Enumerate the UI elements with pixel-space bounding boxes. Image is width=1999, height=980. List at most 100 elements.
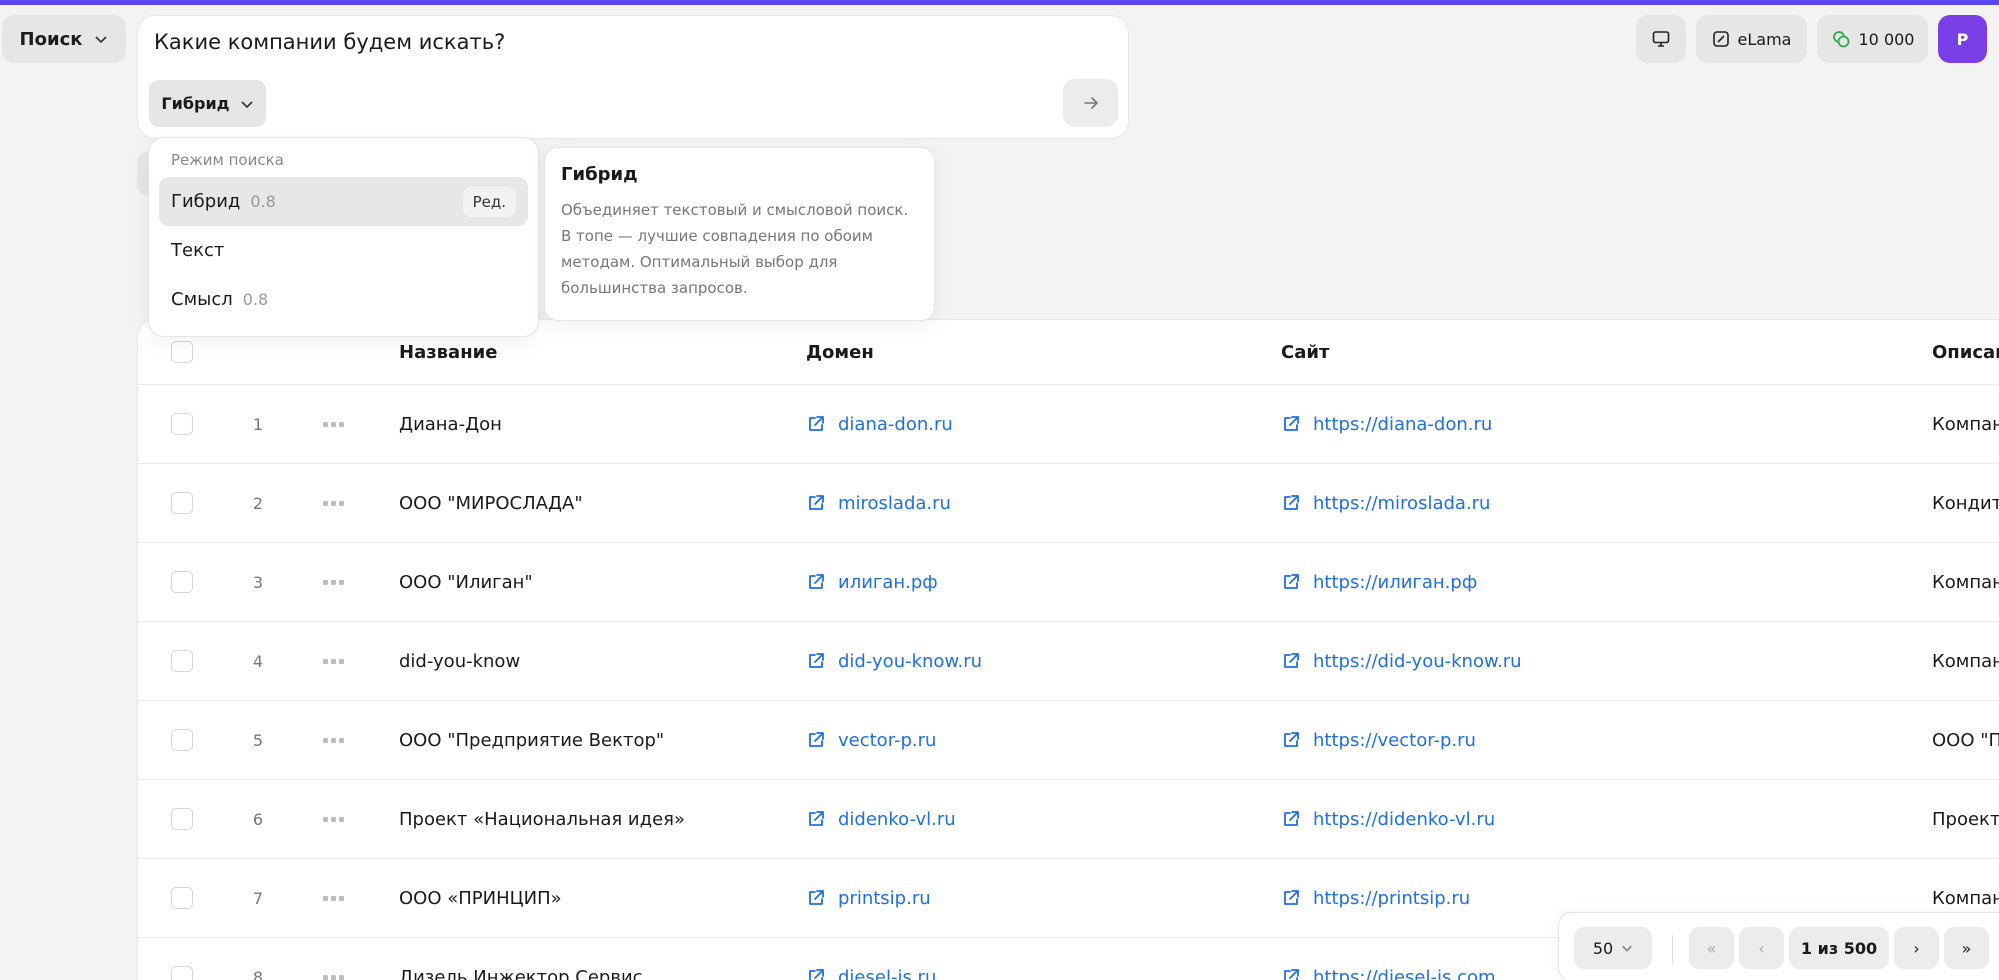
row-checkbox[interactable] xyxy=(171,966,193,980)
domain-text: miroslada.ru xyxy=(838,492,951,514)
edit-square-icon xyxy=(1712,31,1729,47)
search-input[interactable] xyxy=(154,30,1054,54)
drag-handle[interactable] xyxy=(323,622,344,700)
site-link[interactable]: https://didenko-vl.ru xyxy=(1281,780,1495,858)
pagination: 50 « ‹ 1 из 500 › » xyxy=(1558,912,1999,980)
drag-handle[interactable] xyxy=(323,701,344,779)
row-checkbox[interactable] xyxy=(171,887,193,909)
submit-search-button[interactable] xyxy=(1063,79,1118,127)
company-name: ООО "Илиган" xyxy=(399,571,533,593)
site-link[interactable]: https://diana-don.ru xyxy=(1281,385,1492,463)
table-row[interactable]: 4 did-you-know did-you-know.ru https://did-… xyxy=(138,622,1999,701)
domain-link[interactable]: илиган.рф xyxy=(806,543,938,621)
edit-button[interactable]: Ред. xyxy=(462,186,516,217)
company-name: ООО «ПРИНЦИП» xyxy=(399,887,562,909)
row-checkbox[interactable] xyxy=(171,492,193,514)
menu-item-label: Текст xyxy=(171,240,225,261)
row-select-cell xyxy=(171,385,193,463)
row-number: 3 xyxy=(252,572,264,592)
menu-item-semantic[interactable]: Смысл 0.8 xyxy=(159,275,528,324)
row-checkbox[interactable] xyxy=(171,571,193,593)
drag-handle-icon xyxy=(323,974,344,980)
row-select-cell xyxy=(171,622,193,700)
domain-link[interactable]: miroslada.ru xyxy=(806,464,951,542)
row-checkbox[interactable] xyxy=(171,650,193,672)
domain-link[interactable]: diesel-is.ru xyxy=(806,938,936,980)
search-mode-button[interactable]: Поиск xyxy=(2,15,126,63)
arrow-right-icon xyxy=(1083,97,1098,109)
domain-link[interactable]: did-you-know.ru xyxy=(806,622,982,700)
drag-handle-icon xyxy=(323,421,344,427)
table-row[interactable]: 3 ООО "Илиган" илиган.рф https://илиган.рф К… xyxy=(138,543,1999,622)
site-link[interactable]: https://vector-p.ru xyxy=(1281,701,1476,779)
company-name: Диана-Дон xyxy=(399,413,502,435)
table-row[interactable]: 5 ООО "Предприятие Вектор" vector-p.ru http… xyxy=(138,701,1999,780)
domain-text: diana-don.ru xyxy=(838,413,953,435)
search-mode-chip[interactable]: Гибрид xyxy=(149,80,266,127)
domain-link[interactable]: diana-don.ru xyxy=(806,385,953,463)
menu-item-text[interactable]: Текст xyxy=(159,226,528,275)
drag-handle[interactable] xyxy=(323,780,344,858)
site-link[interactable]: https://did-you-know.ru xyxy=(1281,622,1522,700)
drag-handle-icon xyxy=(323,658,344,664)
balance-button[interactable]: 10 000 xyxy=(1817,15,1928,63)
avatar[interactable]: P xyxy=(1938,15,1987,63)
company-name: ООО "Предприятие Вектор" xyxy=(399,729,665,751)
drag-handle[interactable] xyxy=(323,938,344,980)
row-checkbox[interactable] xyxy=(171,729,193,751)
domain-link[interactable]: didenko-vl.ru xyxy=(806,780,956,858)
drag-handle[interactable] xyxy=(323,543,344,621)
external-link-icon xyxy=(1281,414,1301,434)
site-link[interactable]: https://printsip.ru xyxy=(1281,859,1470,937)
site-link[interactable]: https://miroslada.ru xyxy=(1281,464,1490,542)
row-checkbox[interactable] xyxy=(171,808,193,830)
menu-heading: Режим поиска xyxy=(171,151,284,169)
last-page-button[interactable]: » xyxy=(1944,927,1989,969)
chevron-down-icon xyxy=(95,36,108,44)
row-select-cell xyxy=(171,701,193,779)
drag-handle[interactable] xyxy=(323,859,344,937)
page-size-value: 50 xyxy=(1592,938,1614,958)
row-select-cell xyxy=(171,859,193,937)
search-mode-menu: Режим поиска Гибрид 0.8 Ред. Текст Смысл… xyxy=(148,137,539,337)
drag-handle[interactable] xyxy=(323,385,344,463)
drag-handle[interactable] xyxy=(323,464,344,542)
first-page-button[interactable]: « xyxy=(1689,927,1734,969)
table-row[interactable]: 6 Проект «Национальная идея» didenko-vl.ru… xyxy=(138,780,1999,859)
menu-item-value: 0.8 xyxy=(250,192,276,211)
row-checkbox[interactable] xyxy=(171,413,193,435)
site-link[interactable]: https://diesel-is.com xyxy=(1281,938,1496,980)
page-indicator: 1 из 500 xyxy=(1789,927,1889,969)
domain-text: did-you-know.ru xyxy=(838,650,983,672)
chevron-down-icon xyxy=(241,100,253,108)
site-text: https://илиган.рф xyxy=(1313,571,1478,593)
domain-link[interactable]: vector-p.ru xyxy=(806,701,936,779)
monitor-icon xyxy=(1652,31,1670,47)
site-link[interactable]: https://илиган.рф xyxy=(1281,543,1477,621)
column-header-description[interactable]: Описан xyxy=(1932,320,1999,384)
column-header-site[interactable]: Сайт xyxy=(1281,320,1329,384)
avatar-letter: P xyxy=(1956,29,1969,49)
column-header-domain[interactable]: Домен xyxy=(806,320,874,384)
prev-page-button[interactable]: ‹ xyxy=(1739,927,1784,969)
select-all-checkbox[interactable] xyxy=(171,341,193,363)
company-description: ООО "П xyxy=(1932,729,1999,751)
table-row[interactable]: 2 ООО "МИРОСЛАДА" miroslada.ru https://miro… xyxy=(138,464,1999,543)
external-link-icon xyxy=(806,651,826,671)
tooltip-body: Объединяет текстовый и смысловой поиск. … xyxy=(561,201,909,297)
domain-link[interactable]: printsip.ru xyxy=(806,859,931,937)
page-size-select[interactable]: 50 xyxy=(1574,927,1652,969)
row-number: 7 xyxy=(252,888,264,908)
display-mode-button[interactable] xyxy=(1636,15,1686,63)
table-row[interactable]: 1 Диана-Дон diana-don.ru https://diana-don.… xyxy=(138,385,1999,464)
next-page-button[interactable]: › xyxy=(1894,927,1939,969)
search-mode-chip-label: Гибрид xyxy=(161,94,230,113)
row-select-cell xyxy=(171,464,193,542)
elama-label: eLama xyxy=(1737,29,1792,49)
menu-item-hybrid[interactable]: Гибрид 0.8 Ред. xyxy=(159,177,528,226)
elama-button[interactable]: eLama xyxy=(1696,15,1807,63)
company-name: ООО "МИРОСЛАДА" xyxy=(399,492,583,514)
company-description: Кондит xyxy=(1932,492,1999,514)
row-select-cell xyxy=(171,780,193,858)
menu-item-value: 0.8 xyxy=(242,290,269,309)
